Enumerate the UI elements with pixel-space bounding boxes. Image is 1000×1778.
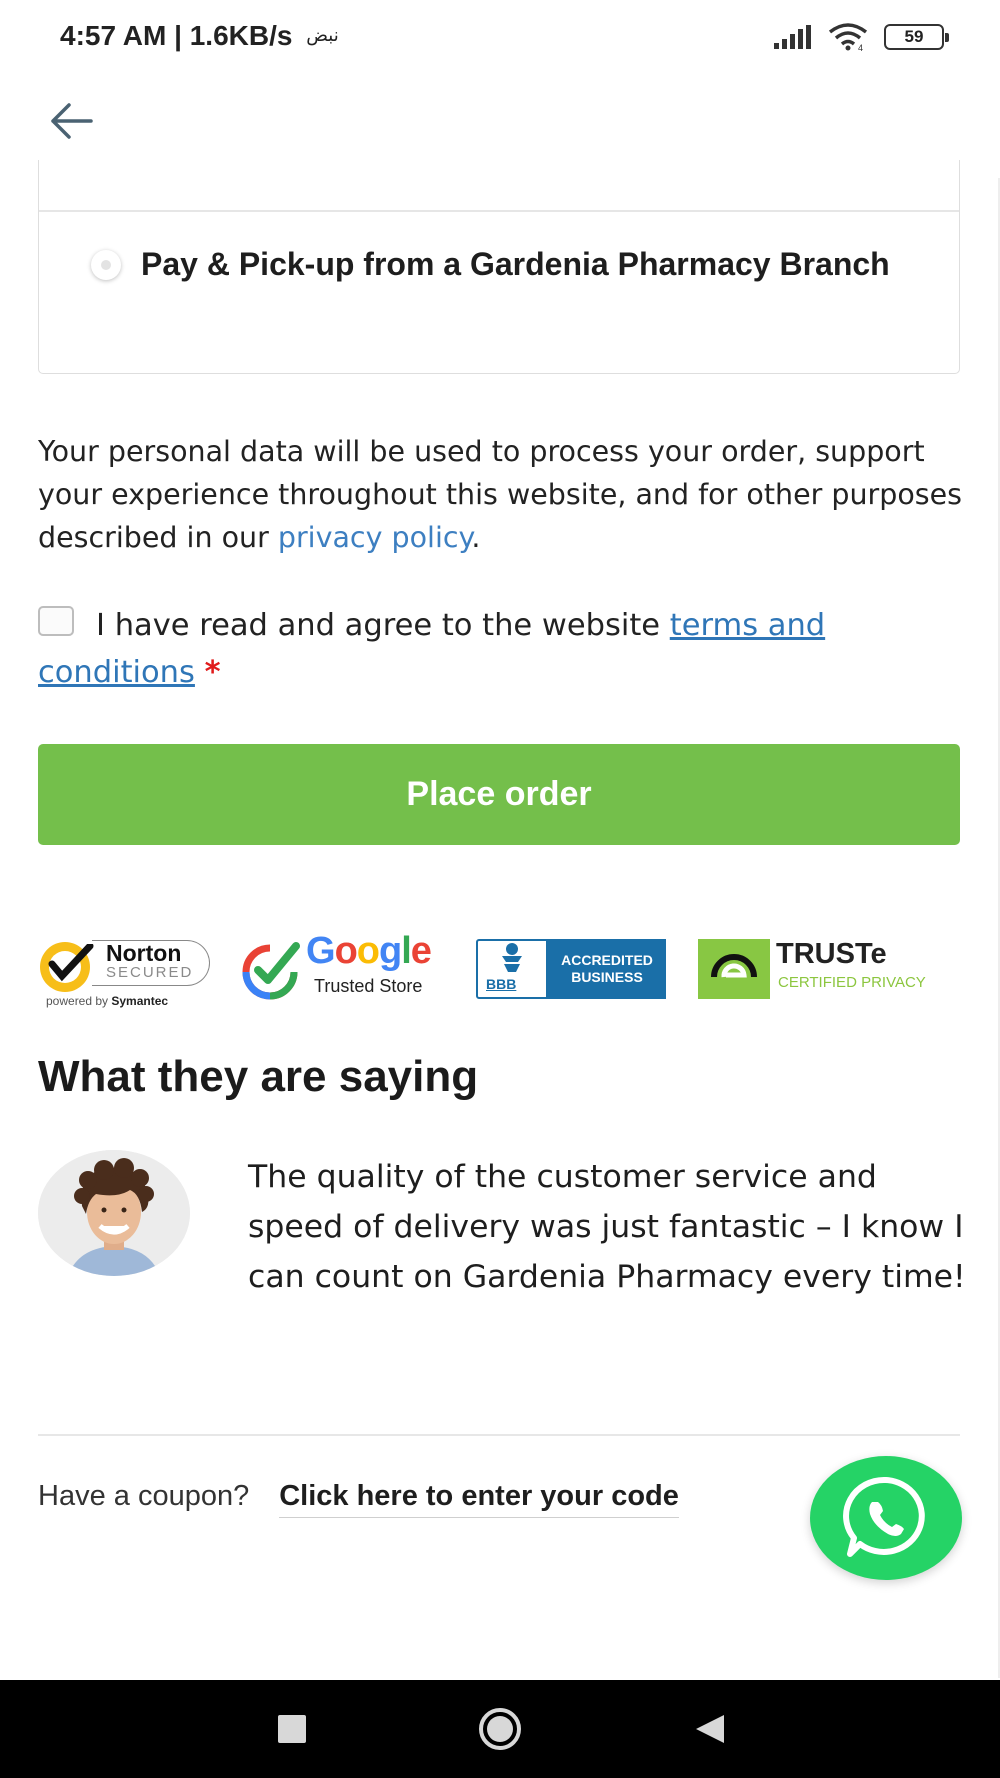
terms-agreement: I have read and agree to the website ter…: [38, 602, 968, 696]
bbb-accredited-text: ACCREDITED BUSINESS: [561, 952, 653, 985]
norton-powered: powered by Symantec: [46, 994, 169, 1008]
arrow-left-icon: [51, 103, 93, 139]
bbb-torch-icon: [502, 943, 522, 972]
truste-logo-square: [698, 939, 770, 999]
testimonial-text: The quality of the customer service and …: [248, 1159, 966, 1295]
norton-badge: Norton SECURED powered by Symantec: [38, 928, 214, 1010]
google-check-icon: [242, 942, 300, 1000]
place-order-button[interactable]: Place order: [38, 744, 960, 845]
testimonial-quote: The quality of the customer service and …: [38, 1152, 968, 1302]
triangle-icon: [696, 1715, 724, 1743]
nav-home-button[interactable]: [470, 1680, 530, 1778]
google-trusted-store-badge: Google Trusted Store: [236, 928, 448, 1010]
status-icons: 4 59: [774, 22, 949, 52]
required-mark: *: [204, 655, 221, 690]
back-button[interactable]: [44, 96, 100, 146]
section-divider: [38, 1434, 960, 1436]
truste-e-icon: [711, 954, 757, 978]
truste-name: TRUSTe: [776, 938, 887, 970]
battery-icon: 59: [884, 24, 949, 50]
payment-methods-box: Pay & Pick-up from a Gardenia Pharmacy B…: [38, 160, 960, 374]
circle-icon: [479, 1708, 521, 1750]
google-word: Google: [306, 930, 432, 972]
system-nav-bar: [0, 1680, 1000, 1778]
square-icon: [278, 1715, 306, 1743]
nav-back-button[interactable]: [680, 1680, 740, 1778]
privacy-notice: Your personal data will be used to proce…: [38, 430, 968, 559]
terms-checkbox[interactable]: [38, 605, 74, 636]
whatsapp-button[interactable]: [810, 1456, 962, 1580]
truste-sub: CERTIFIED PRIVACY: [778, 974, 926, 991]
privacy-policy-link[interactable]: privacy policy: [278, 521, 472, 554]
coupon-prompt: Have a coupon?: [38, 1480, 250, 1512]
norton-check-icon: [40, 942, 94, 992]
status-carrier-text: نبض: [306, 25, 339, 45]
payment-divider: [39, 210, 959, 212]
privacy-text-end: .: [471, 521, 481, 554]
whatsapp-icon: [843, 1476, 925, 1557]
pickup-radio[interactable]: [91, 249, 121, 280]
svg-text:4: 4: [858, 43, 863, 51]
testimonials-heading: What they are saying: [38, 1052, 479, 1101]
truste-badge: TRUSTe CERTIFIED PRIVACY: [698, 928, 960, 1010]
signal-icon: [774, 25, 811, 49]
terms-text: I have read and agree to the website: [96, 608, 670, 643]
trust-badges: Norton SECURED powered by Symantec Googl…: [38, 928, 960, 1010]
wifi-icon: 4: [828, 23, 868, 51]
nav-recents-button[interactable]: [262, 1680, 322, 1778]
privacy-text: Your personal data will be used to proce…: [38, 435, 963, 554]
status-network-speed: | 1.6KB/s: [174, 20, 293, 51]
enter-coupon-link[interactable]: Click here to enter your code: [279, 1480, 679, 1518]
google-trusted-store-label: Trusted Store: [314, 976, 423, 996]
bbb-badge: BBB ACCREDITED BUSINESS: [476, 928, 666, 1010]
payment-option-label: Pay & Pick-up from a Gardenia Pharmacy B…: [141, 246, 890, 282]
status-left: 4:57 AM | 1.6KB/s نبض: [60, 20, 339, 52]
payment-option-pickup[interactable]: Pay & Pick-up from a Gardenia Pharmacy B…: [91, 240, 931, 288]
norton-name: Norton: [106, 940, 182, 966]
bbb-mark: BBB: [486, 976, 517, 992]
status-time: 4:57 AM: [60, 20, 167, 51]
status-bar: 4:57 AM | 1.6KB/s نبض 4 59: [0, 0, 1000, 72]
norton-secured: SECURED: [106, 964, 194, 981]
